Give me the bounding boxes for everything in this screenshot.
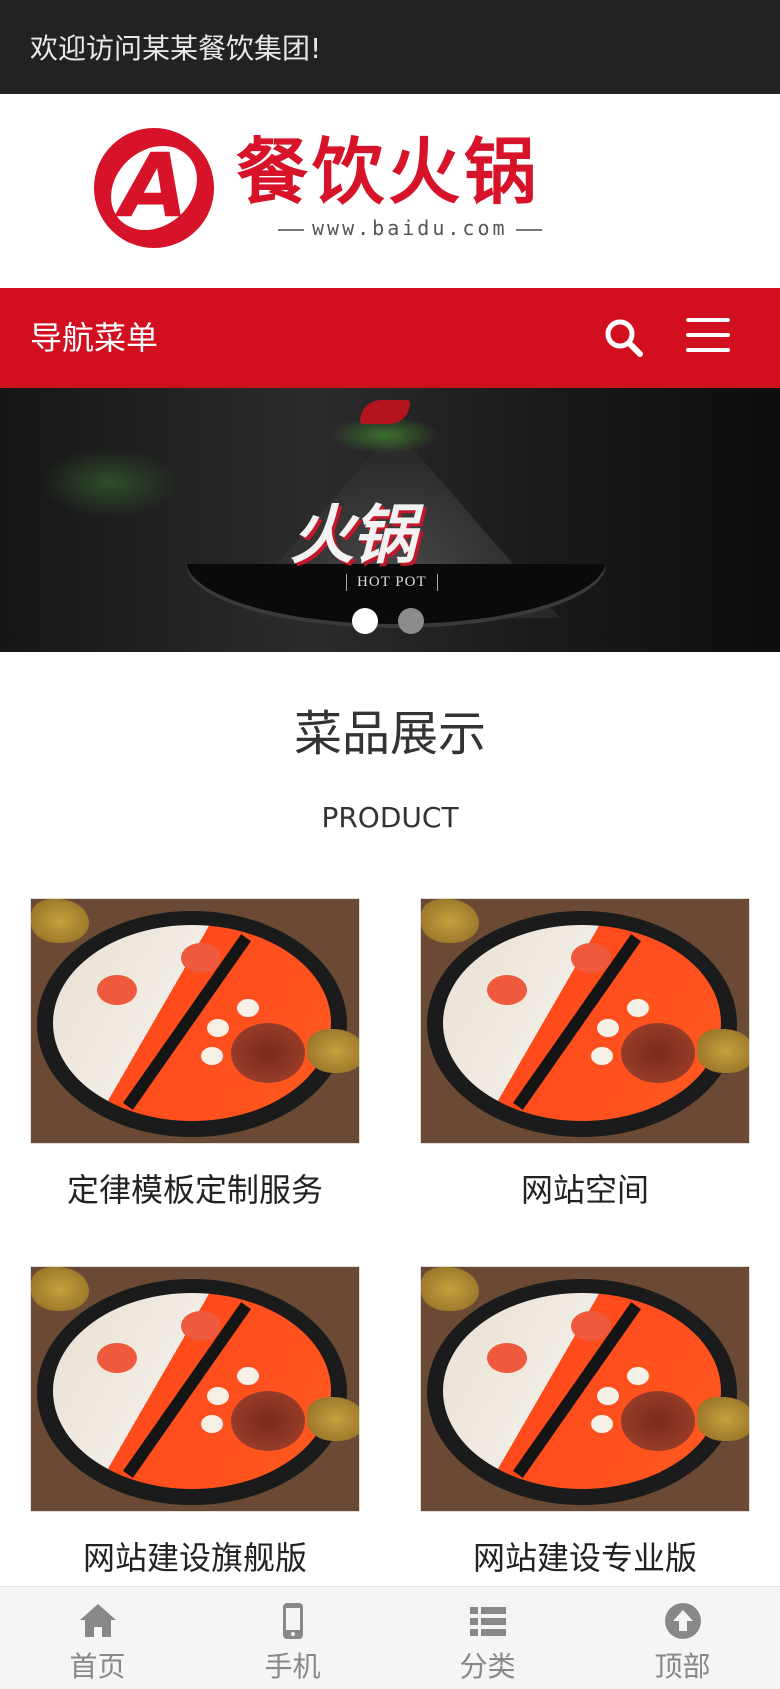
product-card[interactable]: 网站空间 bbox=[420, 898, 750, 1212]
bottom-nav-bar: 首页 手机 分类 顶部 bbox=[0, 1586, 780, 1689]
navbar: 导航菜单 bbox=[0, 288, 780, 388]
product-name[interactable]: 定律模板定制服务 bbox=[30, 1168, 360, 1212]
product-image[interactable] bbox=[420, 898, 750, 1144]
product-image[interactable] bbox=[30, 898, 360, 1144]
product-image[interactable] bbox=[420, 1266, 750, 1512]
logo-mark: A bbox=[94, 128, 214, 248]
product-image[interactable] bbox=[30, 1266, 360, 1512]
search-icon[interactable] bbox=[602, 316, 646, 360]
hero-banner[interactable]: 火锅 HOT POT bbox=[0, 388, 780, 652]
mobile-phone-icon bbox=[282, 1603, 303, 1639]
bottom-nav-label: 顶部 bbox=[654, 1650, 711, 1683]
product-name[interactable]: 网站建设专业版 bbox=[420, 1536, 750, 1580]
carousel-dot-2[interactable] bbox=[398, 608, 424, 634]
list-icon bbox=[469, 1607, 506, 1636]
banner-subtitle: HOT POT bbox=[346, 574, 438, 591]
carousel-dots bbox=[352, 608, 424, 634]
bottom-nav-category[interactable]: 分类 bbox=[390, 1587, 585, 1689]
section-title: 菜品展示 bbox=[293, 706, 486, 762]
product-card[interactable]: 网站建设旗舰版 bbox=[30, 1266, 360, 1580]
nav-menu-title[interactable]: 导航菜单 bbox=[30, 288, 158, 388]
logo-title: 餐饮火锅 bbox=[236, 130, 541, 214]
home-icon bbox=[79, 1604, 116, 1637]
hamburger-menu-icon[interactable] bbox=[686, 318, 730, 358]
banner-brush-text: 火锅 bbox=[290, 498, 416, 573]
bottom-nav-label: 分类 bbox=[459, 1650, 516, 1683]
carousel-dot-1[interactable] bbox=[352, 608, 378, 634]
product-card[interactable]: 网站建设专业版 bbox=[420, 1266, 750, 1580]
arrow-up-circle-icon bbox=[664, 1603, 701, 1639]
logo-letter: A bbox=[119, 134, 189, 237]
logo-area[interactable]: A 餐饮火锅 www.baidu.com bbox=[0, 94, 780, 288]
welcome-bar: 欢迎访问某某餐饮集团! bbox=[0, 0, 780, 94]
section-subtitle: PRODUCT bbox=[321, 801, 459, 834]
bottom-nav-home[interactable]: 首页 bbox=[0, 1587, 195, 1689]
product-name[interactable]: 网站空间 bbox=[420, 1168, 750, 1212]
bottom-nav-mobile[interactable]: 手机 bbox=[195, 1587, 390, 1689]
product-card[interactable]: 定律模板定制服务 bbox=[30, 898, 360, 1212]
product-name[interactable]: 网站建设旗舰版 bbox=[30, 1536, 360, 1580]
bottom-nav-label: 首页 bbox=[69, 1650, 126, 1683]
bottom-nav-label: 手机 bbox=[264, 1650, 321, 1683]
welcome-text: 欢迎访问某某餐饮集团! bbox=[30, 32, 322, 65]
bottom-nav-top[interactable]: 顶部 bbox=[585, 1587, 780, 1689]
logo-url: www.baidu.com bbox=[270, 216, 550, 240]
